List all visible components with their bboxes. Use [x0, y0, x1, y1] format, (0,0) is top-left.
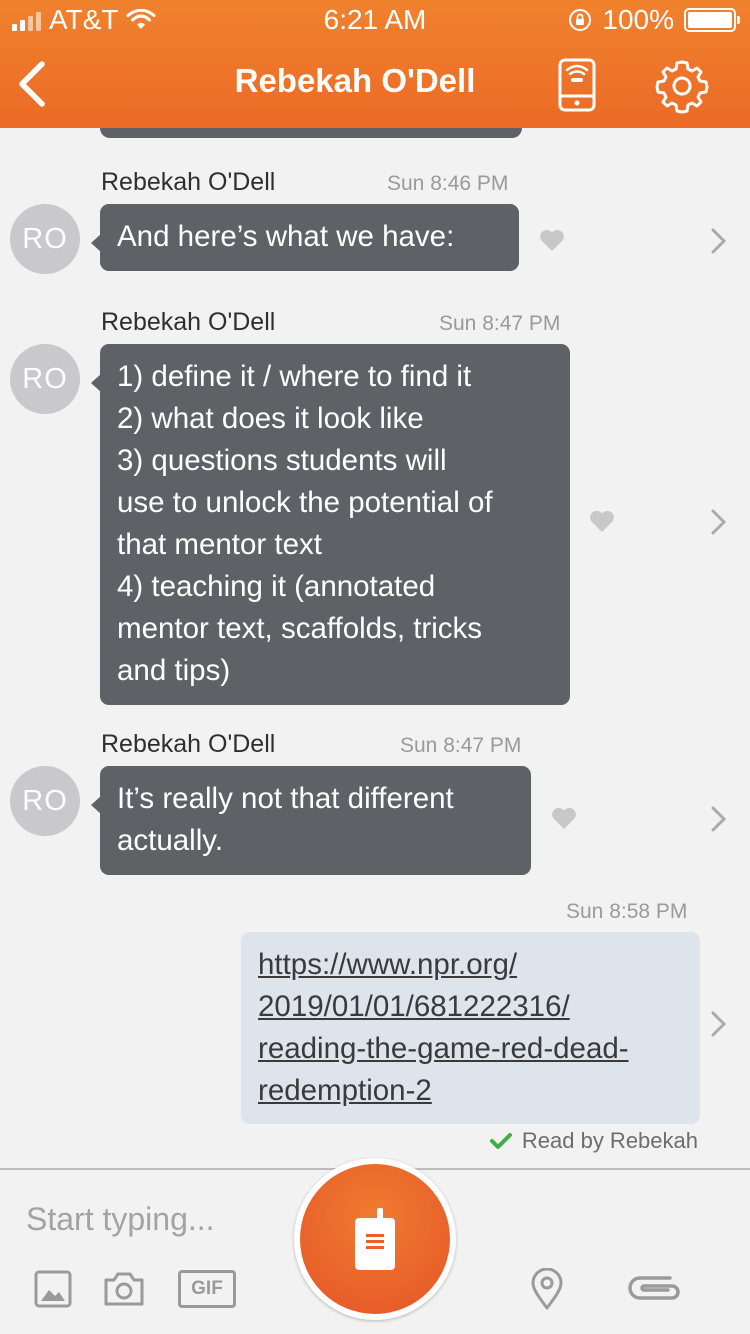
push-to-talk-button[interactable] [294, 1158, 456, 1320]
status-right: 100% [568, 4, 740, 36]
message-text: actually. [117, 824, 224, 857]
heart-icon[interactable] [589, 509, 615, 533]
link-text[interactable]: reading-the-game-red-dead- [258, 1028, 683, 1070]
message-text: 2) what does it look like [117, 402, 424, 435]
read-receipt-text: Read by Rebekah [521, 1128, 698, 1153]
chevron-right-icon[interactable] [708, 507, 730, 537]
message-text: mentor text, scaffolds, tricks [117, 612, 483, 645]
message-bubble[interactable]: It’s really not that different actually. [91, 766, 531, 875]
message-timestamp: Sun 8:58 PM [566, 900, 688, 923]
message-timestamp: Sun 8:47 PM [439, 312, 561, 335]
settings-button[interactable] [654, 58, 710, 114]
conversation-title: Rebekah O'Dell [234, 62, 476, 99]
message-bubble[interactable]: 1) define it / where to find it 2) what … [91, 344, 570, 705]
gif-label: GIF [191, 1278, 223, 1299]
message-text: And here’s what we have: [117, 220, 455, 253]
walkie-talkie-button[interactable] [554, 56, 600, 114]
status-bar: AT&T 6:21 AM 100% [0, 0, 750, 40]
composer: GIF [0, 1158, 750, 1334]
push-to-talk-icon [300, 1164, 450, 1314]
avatar[interactable]: RO [10, 204, 80, 274]
heart-icon[interactable] [551, 806, 577, 830]
camera-icon[interactable] [102, 1270, 146, 1308]
sender-name: Rebekah O'Dell [101, 308, 276, 336]
message-text: and tips) [117, 654, 231, 687]
battery-icon [684, 8, 740, 32]
checkmark-icon [489, 1133, 512, 1149]
message-bubble[interactable]: And here’s what we have: [91, 204, 519, 271]
image-icon[interactable] [34, 1270, 72, 1308]
message-timestamp: Sun 8:46 PM [387, 172, 509, 195]
top-bar: AT&T 6:21 AM 100% Rebekah O'Dell [0, 0, 750, 128]
sender-name: Rebekah O'Dell [101, 168, 276, 196]
sender-name: Rebekah O'Dell [101, 730, 276, 758]
avatar[interactable]: RO [10, 766, 80, 836]
chevron-right-icon[interactable] [708, 1009, 730, 1039]
message-text: 4) teaching it (annotated [117, 570, 436, 603]
outgoing-message-bubble[interactable]: https://www.npr.org/ 2019/01/01/68122231… [241, 932, 700, 1124]
location-pin-icon[interactable] [530, 1268, 564, 1310]
link-text[interactable]: 2019/01/01/681222316/ [258, 986, 683, 1028]
heart-icon[interactable] [539, 228, 565, 252]
chevron-right-icon[interactable] [708, 226, 730, 256]
gif-button[interactable]: GIF [178, 1270, 236, 1308]
message-thread[interactable]: Rebekah O'Dell Sun 8:46 PM RO And here’s… [0, 128, 750, 1168]
message-text: 3) questions students will [117, 444, 447, 477]
paperclip-icon[interactable] [626, 1270, 684, 1308]
message-text: It’s really not that different [117, 782, 454, 815]
avatar[interactable]: RO [10, 344, 80, 414]
message-text: use to unlock the potential of [117, 486, 493, 519]
rotation-lock-icon [569, 9, 592, 31]
link-text[interactable]: https://www.npr.org/ [258, 944, 683, 986]
previous-message-bubble[interactable] [100, 128, 522, 138]
chevron-right-icon[interactable] [708, 804, 730, 834]
message-input[interactable] [26, 1194, 286, 1244]
walkie-talkie-icon [355, 1208, 395, 1270]
message-timestamp: Sun 8:47 PM [400, 734, 522, 757]
read-receipt: Read by Rebekah [489, 1128, 698, 1154]
message-text: that mentor text [117, 528, 322, 561]
link-text[interactable]: redemption-2 [258, 1070, 683, 1112]
message-text: 1) define it / where to find it [117, 360, 472, 393]
battery-label: 100% [602, 4, 674, 35]
